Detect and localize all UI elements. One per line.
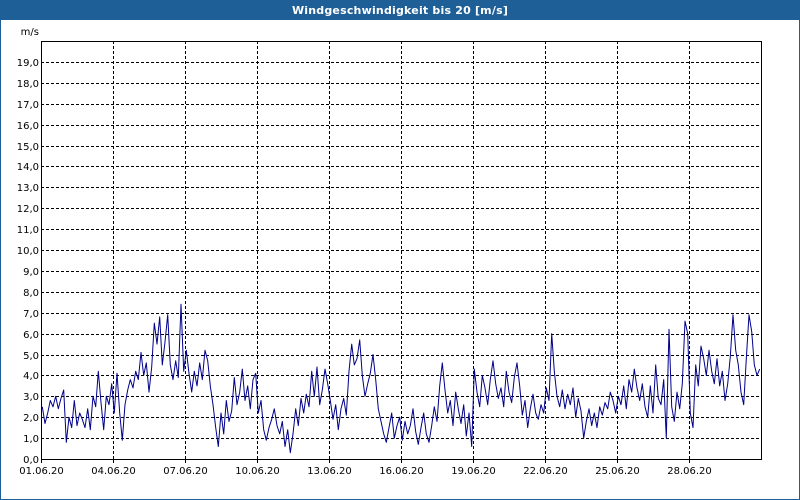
y-tick-label: 0,0 <box>23 455 39 466</box>
y-tick-label: 8,0 <box>23 288 39 299</box>
x-tick-label: 10.06.20 <box>235 466 280 477</box>
x-tick-label: 22.06.20 <box>523 466 568 477</box>
y-axis-unit-label: m/s <box>21 27 39 38</box>
x-tick-label: 25.06.20 <box>595 466 640 477</box>
tick-labels: 0,0 1,0 2,0 3,0 4,0 5,0 6,0 7,0 8,0 9,0 10,0 11,0 12… <box>17 27 712 477</box>
y-tick-label: 19,0 <box>17 58 39 69</box>
y-tick-label: 2,0 <box>23 413 39 424</box>
y-tick-label: 17,0 <box>17 100 39 111</box>
y-tick-label: 5,0 <box>23 351 39 362</box>
x-tick-label: 04.06.20 <box>91 466 136 477</box>
y-tick-label: 16,0 <box>17 121 39 132</box>
x-tick-label: 28.06.20 <box>667 466 712 477</box>
x-tick-label: 07.06.20 <box>163 466 208 477</box>
y-tick-label: 14,0 <box>17 162 39 173</box>
y-tick-label: 4,0 <box>23 371 39 382</box>
y-tick-label: 6,0 <box>23 330 39 341</box>
y-tick-label: 12,0 <box>17 204 39 215</box>
x-tick-label: 01.06.20 <box>19 466 64 477</box>
wind-speed-chart: 0,0 1,0 2,0 3,0 4,0 5,0 6,0 7,0 8,0 9,0 10,0 11,0 12… <box>17 27 762 477</box>
y-tick-label: 9,0 <box>23 267 39 278</box>
x-tick-label: 13.06.20 <box>307 466 352 477</box>
y-tick-label: 13,0 <box>17 183 39 194</box>
x-tick-label: 19.06.20 <box>451 466 496 477</box>
y-tick-label: 11,0 <box>17 225 39 236</box>
y-tick-label: 10,0 <box>17 246 39 257</box>
y-tick-label: 15,0 <box>17 142 39 153</box>
chart-window: Windgeschwindigkeit bis 20 [m/s] 0,0 1,0 2… <box>0 0 800 500</box>
x-tick-label: 16.06.20 <box>379 466 424 477</box>
y-tick-label: 18,0 <box>17 79 39 90</box>
window-title: Windgeschwindigkeit bis 20 [m/s] <box>1 1 799 20</box>
y-tick-label: 3,0 <box>23 392 39 403</box>
y-tick-label: 1,0 <box>23 434 39 445</box>
y-tick-label: 7,0 <box>23 309 39 320</box>
grid <box>41 41 761 459</box>
